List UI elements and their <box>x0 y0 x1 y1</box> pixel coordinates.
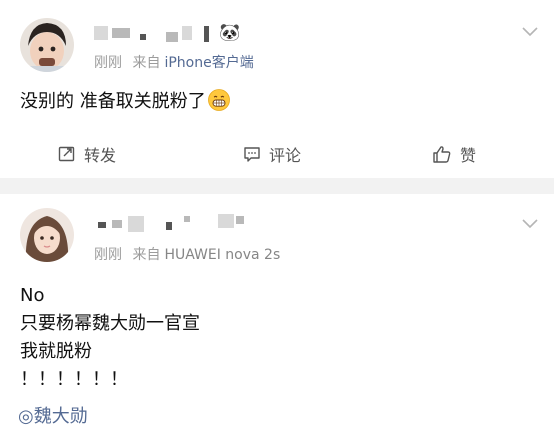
post-line-3: 我就脱粉 <box>20 341 92 362</box>
comment-label: 评论 <box>269 146 302 165</box>
chevron-down-icon[interactable] <box>522 219 538 229</box>
post-separator <box>0 178 554 194</box>
panda-emoji-icon: 🐼 <box>219 23 241 43</box>
like-icon <box>433 146 451 163</box>
source-prefix: 来自 <box>132 247 161 263</box>
avatar-girl[interactable] <box>20 208 74 262</box>
source-client-link[interactable]: iPhone客户端 <box>164 55 253 71</box>
repost-button[interactable]: 转发 <box>58 142 116 166</box>
post-actions: 转发 评论 赞 <box>0 140 554 170</box>
repost-label: 转发 <box>84 146 117 165</box>
post-meta: 刚刚 来自 iPhone客户端 <box>94 52 254 72</box>
post-text: 没别的 准备取关脱粉了 <box>20 91 206 112</box>
weibo-post-1: 🐼 刚刚 来自 iPhone客户端 没别的 准备取关脱粉了 转发 评论 赞 <box>0 0 554 178</box>
weibo-post-2: 刚刚 来自 HUAWEI nova 2s No 只要杨幂魏大勋一官宣 我就脱粉 ！… <box>0 194 554 427</box>
like-button[interactable]: 赞 <box>432 142 476 166</box>
source-prefix: 来自 <box>132 55 161 71</box>
post-line-2: 只要杨幂魏大勋一官宣 <box>20 313 200 334</box>
avatar-child[interactable] <box>20 18 74 72</box>
grin-emoji-icon <box>207 89 230 111</box>
comment-button[interactable]: 评论 <box>243 142 301 166</box>
source-device: HUAWEI nova 2s <box>164 247 281 263</box>
mention-link[interactable]: ◎魏大勋 <box>18 402 88 428</box>
repost-icon <box>58 146 75 162</box>
chevron-down-icon[interactable] <box>522 27 538 37</box>
post-time: 刚刚 <box>94 55 122 71</box>
post-content: 没别的 准备取关脱粉了 <box>20 88 230 116</box>
post-time: 刚刚 <box>94 247 122 263</box>
post-content: No 只要杨幂魏大勋一官宣 我就脱粉 ！！！！！！ <box>20 282 200 394</box>
post-line-4: ！！！！！！ <box>20 369 128 390</box>
like-label: 赞 <box>460 146 477 165</box>
post-line-1: No <box>20 285 45 306</box>
post-meta: 刚刚 来自 HUAWEI nova 2s <box>94 244 280 264</box>
comment-icon <box>244 147 260 162</box>
